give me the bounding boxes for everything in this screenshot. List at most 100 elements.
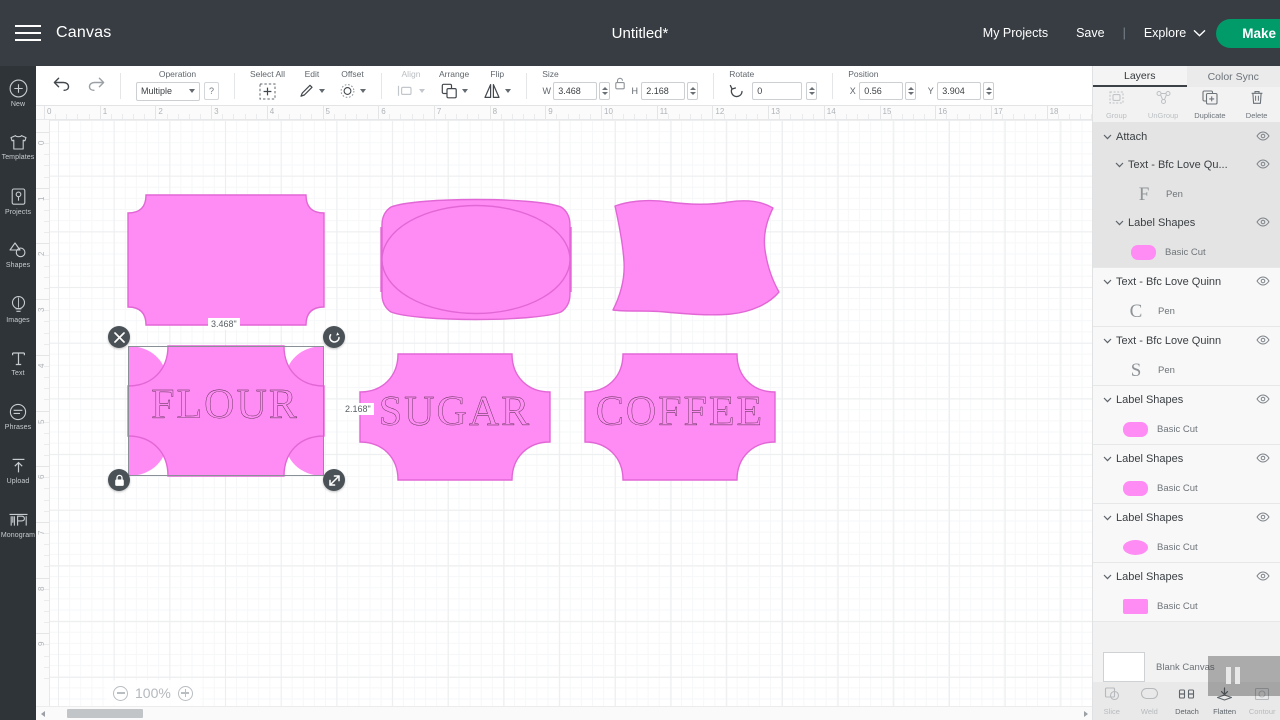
chevron-down-icon[interactable]	[505, 89, 511, 93]
layer-group-label-shapes-2[interactable]: Label Shapes Basic Cut	[1093, 445, 1280, 504]
chevron-down-icon[interactable]	[1101, 338, 1113, 344]
layer-row-attach[interactable]: Attach	[1093, 123, 1280, 151]
operation-select[interactable]: Multiple	[136, 82, 200, 101]
make-it-button[interactable]: Make It	[1216, 19, 1280, 48]
operation-help-button[interactable]: ?	[204, 82, 219, 100]
width-stepper[interactable]	[599, 82, 610, 100]
label-shape-notched-1[interactable]	[128, 195, 324, 325]
layer-child-pen-s[interactable]: S Pen	[1093, 355, 1280, 385]
x-value[interactable]: 0.56	[859, 82, 903, 100]
color-swatch[interactable]	[1131, 245, 1156, 260]
layer-row-text-bfc-love-quinn-f[interactable]: Text - Bfc Love Qu...	[1093, 151, 1280, 179]
rail-item-shapes[interactable]: Shapes	[0, 228, 36, 282]
rotate-handle[interactable]	[323, 326, 345, 348]
rail-item-monogram[interactable]: Monogram	[0, 498, 36, 552]
chevron-down-icon[interactable]	[1113, 162, 1125, 168]
chevron-down-icon[interactable]	[1101, 134, 1113, 140]
offset-icon[interactable]	[339, 83, 356, 100]
rotate-icon[interactable]	[729, 84, 745, 99]
delete-handle[interactable]	[108, 326, 130, 348]
color-swatch[interactable]	[1123, 481, 1148, 496]
layer-group-attach[interactable]: Attach Text - Bfc Love Qu... F	[1093, 123, 1280, 268]
color-swatch[interactable]	[1123, 422, 1148, 437]
visibility-eye-icon[interactable]	[1256, 156, 1270, 174]
visibility-eye-icon[interactable]	[1256, 568, 1270, 586]
height-stepper[interactable]	[687, 82, 698, 100]
ungroup-button[interactable]: UnGroup	[1140, 87, 1187, 122]
color-swatch[interactable]	[1123, 540, 1148, 555]
visibility-eye-icon[interactable]	[1256, 273, 1270, 291]
my-projects-link[interactable]: My Projects	[969, 26, 1062, 40]
delete-button[interactable]: Delete	[1233, 87, 1280, 122]
layer-child-pen-f[interactable]: F Pen	[1093, 179, 1280, 209]
visibility-eye-icon[interactable]	[1256, 391, 1270, 409]
label-shape-oval[interactable]	[377, 203, 575, 316]
chevron-down-icon[interactable]	[462, 89, 468, 93]
rail-item-new[interactable]: New	[0, 66, 36, 120]
y-value[interactable]: 3.904	[937, 82, 981, 100]
layer-row-text-bfc-love-quinn-s[interactable]: Text - Bfc Love Quinn	[1093, 327, 1280, 355]
layer-row-label-shapes[interactable]: Label Shapes	[1093, 504, 1280, 532]
layer-group-label-shapes-4[interactable]: Label Shapes Basic Cut	[1093, 563, 1280, 622]
height-field[interactable]: H 2.168	[630, 82, 698, 100]
right-arrow-icon[interactable]	[1079, 707, 1092, 720]
layer-child-basic-cut[interactable]: Basic Cut	[1093, 591, 1280, 621]
left-arrow-icon[interactable]	[36, 707, 49, 720]
rail-item-projects[interactable]: Projects	[0, 174, 36, 228]
rotate-value[interactable]: 0	[752, 82, 802, 100]
tab-layers[interactable]: Layers	[1093, 66, 1187, 87]
zoom-control[interactable]: 100%	[104, 680, 202, 706]
rail-item-text[interactable]: Text	[0, 336, 36, 390]
visibility-eye-icon[interactable]	[1256, 332, 1270, 350]
layer-group-text-c[interactable]: Text - Bfc Love Quinn C Pen	[1093, 268, 1280, 327]
rail-item-images[interactable]: Images	[0, 282, 36, 336]
flip-icon[interactable]	[483, 83, 501, 99]
layer-group-label-shapes-3[interactable]: Label Shapes Basic Cut	[1093, 504, 1280, 563]
chevron-down-icon[interactable]	[1101, 515, 1113, 521]
blank-canvas-thumbnail[interactable]	[1103, 652, 1145, 682]
contour-button[interactable]: Contour	[1243, 687, 1280, 716]
weld-button[interactable]: Weld	[1131, 687, 1169, 716]
canvas-area[interactable]: 0123456789101112131415161718 0123456789	[36, 106, 1092, 720]
lock-handle[interactable]	[108, 469, 130, 491]
slice-button[interactable]: Slice	[1093, 686, 1131, 716]
chevron-down-icon[interactable]	[1101, 279, 1113, 285]
save-button[interactable]: Save	[1062, 26, 1119, 40]
width-value[interactable]: 3.468	[553, 82, 597, 100]
layer-row-label-shapes[interactable]: Label Shapes	[1093, 445, 1280, 473]
height-value[interactable]: 2.168	[641, 82, 685, 100]
rail-item-upload[interactable]: Upload	[0, 444, 36, 498]
visibility-eye-icon[interactable]	[1256, 128, 1270, 146]
layer-child-basic-cut[interactable]: Basic Cut	[1093, 532, 1280, 562]
tab-color-sync[interactable]: Color Sync	[1187, 66, 1280, 87]
group-button[interactable]: Group	[1093, 87, 1140, 122]
chevron-down-icon[interactable]	[1101, 397, 1113, 403]
rotate-stepper[interactable]	[806, 82, 817, 100]
visibility-eye-icon[interactable]	[1256, 509, 1270, 527]
layer-group-label-shapes-1[interactable]: Label Shapes Basic Cut	[1093, 386, 1280, 445]
detach-button[interactable]: Detach	[1168, 687, 1206, 716]
scroll-thumb[interactable]	[67, 709, 143, 718]
undo-icon[interactable]	[52, 76, 71, 96]
y-field[interactable]: Y 3.904	[926, 82, 994, 100]
flatten-button[interactable]: Flatten	[1206, 687, 1244, 716]
lock-open-icon[interactable]	[615, 77, 626, 95]
design-grid[interactable]: FLOUR SUGAR COFFEE 3.468" 2.168"	[50, 120, 1092, 706]
layer-child-pen-c[interactable]: C Pen	[1093, 296, 1280, 326]
chevron-down-icon[interactable]	[319, 89, 325, 93]
chevron-down-icon[interactable]	[1113, 220, 1125, 226]
duplicate-button[interactable]: Duplicate	[1187, 87, 1234, 122]
chevron-down-icon[interactable]	[1101, 574, 1113, 580]
label-shape-wavy[interactable]	[601, 200, 787, 317]
zoom-out-button[interactable]	[113, 686, 128, 701]
edit-pencil-icon[interactable]	[299, 83, 315, 99]
machine-selector[interactable]: Explore	[1130, 24, 1216, 42]
layer-row-label-shapes[interactable]: Label Shapes	[1093, 563, 1280, 591]
layer-group-text-s[interactable]: Text - Bfc Love Quinn S Pen	[1093, 327, 1280, 386]
layer-child-basic-cut-1[interactable]: Basic Cut	[1093, 237, 1280, 267]
width-field[interactable]: W 3.468	[542, 82, 610, 100]
resize-handle[interactable]	[323, 469, 345, 491]
redo-icon[interactable]	[87, 76, 106, 96]
select-all-icon[interactable]	[259, 83, 276, 100]
rail-item-templates[interactable]: Templates	[0, 120, 36, 174]
